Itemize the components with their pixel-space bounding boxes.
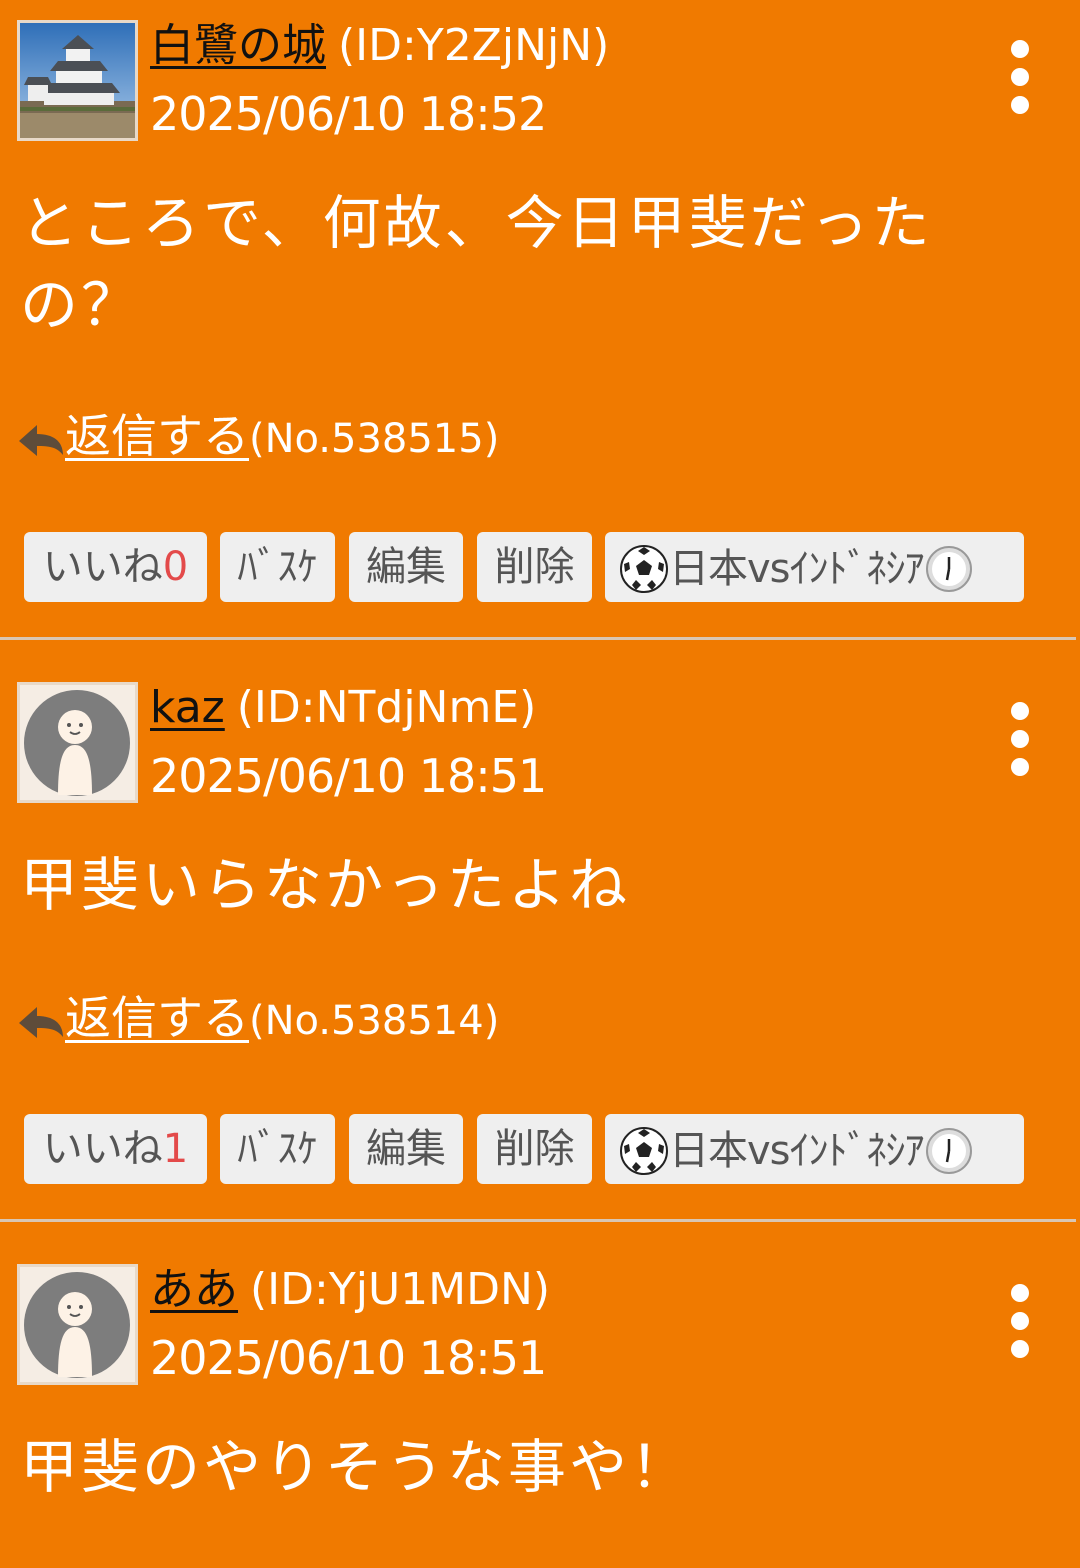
like-button[interactable]: いいね1 xyxy=(24,1114,207,1184)
topic-button[interactable]: 日本vsｲﾝﾄﾞﾈｼｱ xyxy=(605,1114,1024,1184)
more-vertical-icon[interactable] xyxy=(1000,702,1040,792)
like-label: いいね xyxy=(42,1126,163,1172)
reply-row: 返信する(No.538515) xyxy=(17,408,499,464)
clock-icon xyxy=(925,1128,972,1174)
post-datetime: 2025/06/10 18:51 xyxy=(150,1331,547,1385)
reply-row: 返信する(No.538514) xyxy=(17,990,499,1046)
author-line: ああ (ID:YjU1MDN) xyxy=(150,1262,550,1318)
author-line: kaz (ID:NTdjNmE) xyxy=(150,680,536,736)
more-vertical-icon[interactable] xyxy=(1000,1284,1040,1374)
topic-label: 日本vsｲﾝﾄﾞﾈｼｱ xyxy=(669,1128,925,1174)
avatar-default[interactable] xyxy=(17,1264,138,1385)
like-label: いいね xyxy=(42,544,163,590)
edit-button[interactable]: 編集 xyxy=(349,532,463,602)
delete-button[interactable]: 削除 xyxy=(477,532,592,602)
castle-image-icon xyxy=(20,23,135,138)
user-id: (ID:NTdjNmE) xyxy=(236,682,537,733)
topic-label: 日本vsｲﾝﾄﾞﾈｼｱ xyxy=(669,546,925,592)
like-count: 0 xyxy=(162,544,189,590)
post-body: ところで、何故、今日甲斐だったの？ xyxy=(20,189,933,339)
person-avatar-icon xyxy=(20,685,135,800)
person-avatar-icon xyxy=(20,1267,135,1382)
post-number: (No.538515) xyxy=(249,416,500,462)
post-538514: kaz (ID:NTdjNmE) 2025/06/10 18:51 甲斐いらなかっ… xyxy=(0,640,1080,1222)
like-count: 1 xyxy=(162,1126,189,1172)
edit-button[interactable]: 編集 xyxy=(349,1114,463,1184)
basket-button[interactable]: ﾊﾞｽｹ xyxy=(220,1114,335,1184)
reply-link[interactable]: 返信する xyxy=(65,409,249,463)
reply-arrow-icon[interactable] xyxy=(17,1003,65,1043)
topic-button[interactable]: 日本vsｲﾝﾄﾞﾈｼｱ xyxy=(605,532,1024,602)
like-button[interactable]: いいね0 xyxy=(24,532,207,602)
user-id: (ID:YjU1MDN) xyxy=(250,1264,551,1315)
post-body: 甲斐のやりそうな事や！ xyxy=(20,1433,692,1501)
more-vertical-icon[interactable] xyxy=(1000,40,1040,130)
avatar-castle[interactable] xyxy=(17,20,138,141)
post-datetime: 2025/06/10 18:52 xyxy=(150,87,547,141)
post-datetime: 2025/06/10 18:51 xyxy=(150,749,547,803)
post-538515: 白鷺の城 (ID:Y2ZjNjN) 2025/06/10 18:52 ところで、何… xyxy=(0,0,1080,640)
soccer-ball-icon xyxy=(620,1127,668,1175)
reply-arrow-icon[interactable] xyxy=(17,421,65,461)
username-link[interactable]: kaz xyxy=(150,682,225,733)
username-link[interactable]: 白鷺の城 xyxy=(150,20,326,71)
reply-link[interactable]: 返信する xyxy=(65,991,249,1045)
delete-button[interactable]: 削除 xyxy=(477,1114,592,1184)
post-third: ああ (ID:YjU1MDN) 2025/06/10 18:51 甲斐のやりそうな… xyxy=(0,1222,1080,1568)
user-id: (ID:Y2ZjNjN) xyxy=(338,20,610,71)
avatar-default[interactable] xyxy=(17,682,138,803)
post-body: 甲斐いらなかったよね xyxy=(20,851,631,919)
author-line: 白鷺の城 (ID:Y2ZjNjN) xyxy=(150,18,609,74)
basket-button[interactable]: ﾊﾞｽｹ xyxy=(220,532,335,602)
clock-icon xyxy=(925,546,972,592)
soccer-ball-icon xyxy=(620,545,668,593)
post-number: (No.538514) xyxy=(249,998,500,1044)
username-link[interactable]: ああ xyxy=(150,1264,238,1315)
